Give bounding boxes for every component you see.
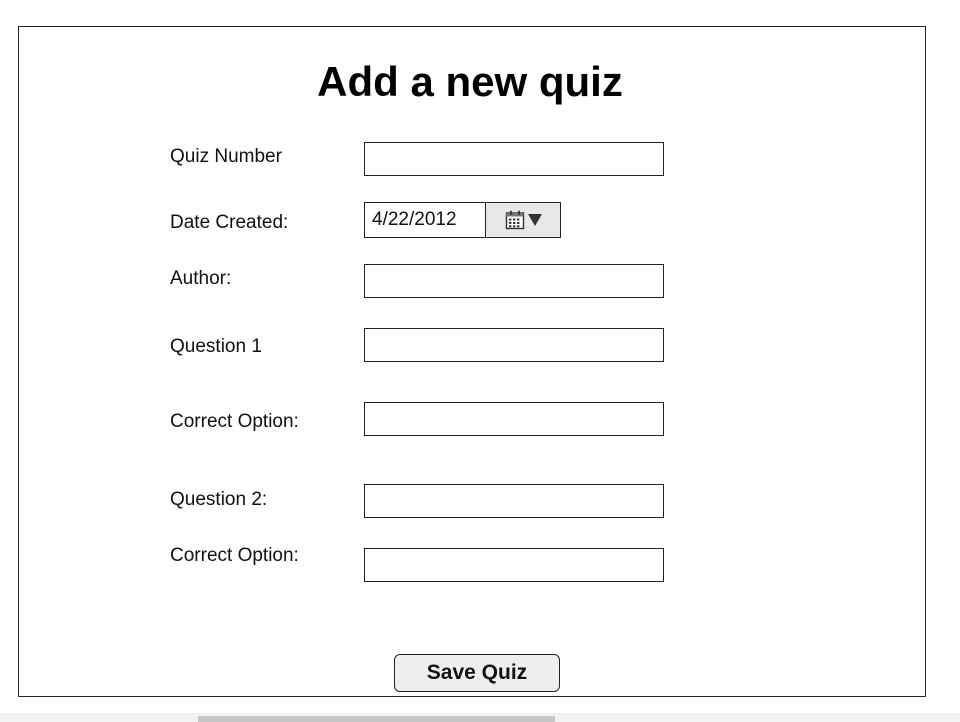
date-created-value[interactable]: 4/22/2012 — [365, 203, 486, 237]
page-title: Add a new quiz — [317, 58, 623, 105]
correct-option-1-label: Correct Option: — [170, 411, 299, 432]
date-created-label: Date Created: — [170, 212, 289, 233]
author-label: Author: — [170, 268, 232, 289]
date-created-picker[interactable]: 4/22/2012 — [364, 202, 561, 238]
author-input[interactable] — [364, 264, 664, 298]
quiz-number-input[interactable] — [364, 142, 664, 176]
correct-option-2-input[interactable] — [364, 548, 664, 582]
correct-option-1-input[interactable] — [364, 402, 664, 436]
question-2-label: Question 2: — [170, 489, 268, 510]
caret-down-icon — [527, 214, 542, 226]
quiz-number-label: Quiz Number — [170, 146, 282, 167]
question-1-input[interactable] — [364, 328, 664, 362]
correct-option-2-label: Correct Option: — [170, 545, 299, 566]
save-quiz-button[interactable]: Save Quiz — [394, 654, 560, 692]
question-2-input[interactable] — [364, 484, 664, 518]
scrollbar-thumb[interactable] — [198, 716, 555, 722]
question-1-label: Question 1 — [170, 336, 262, 357]
calendar-icon — [505, 210, 524, 230]
date-picker-button[interactable] — [486, 203, 560, 237]
